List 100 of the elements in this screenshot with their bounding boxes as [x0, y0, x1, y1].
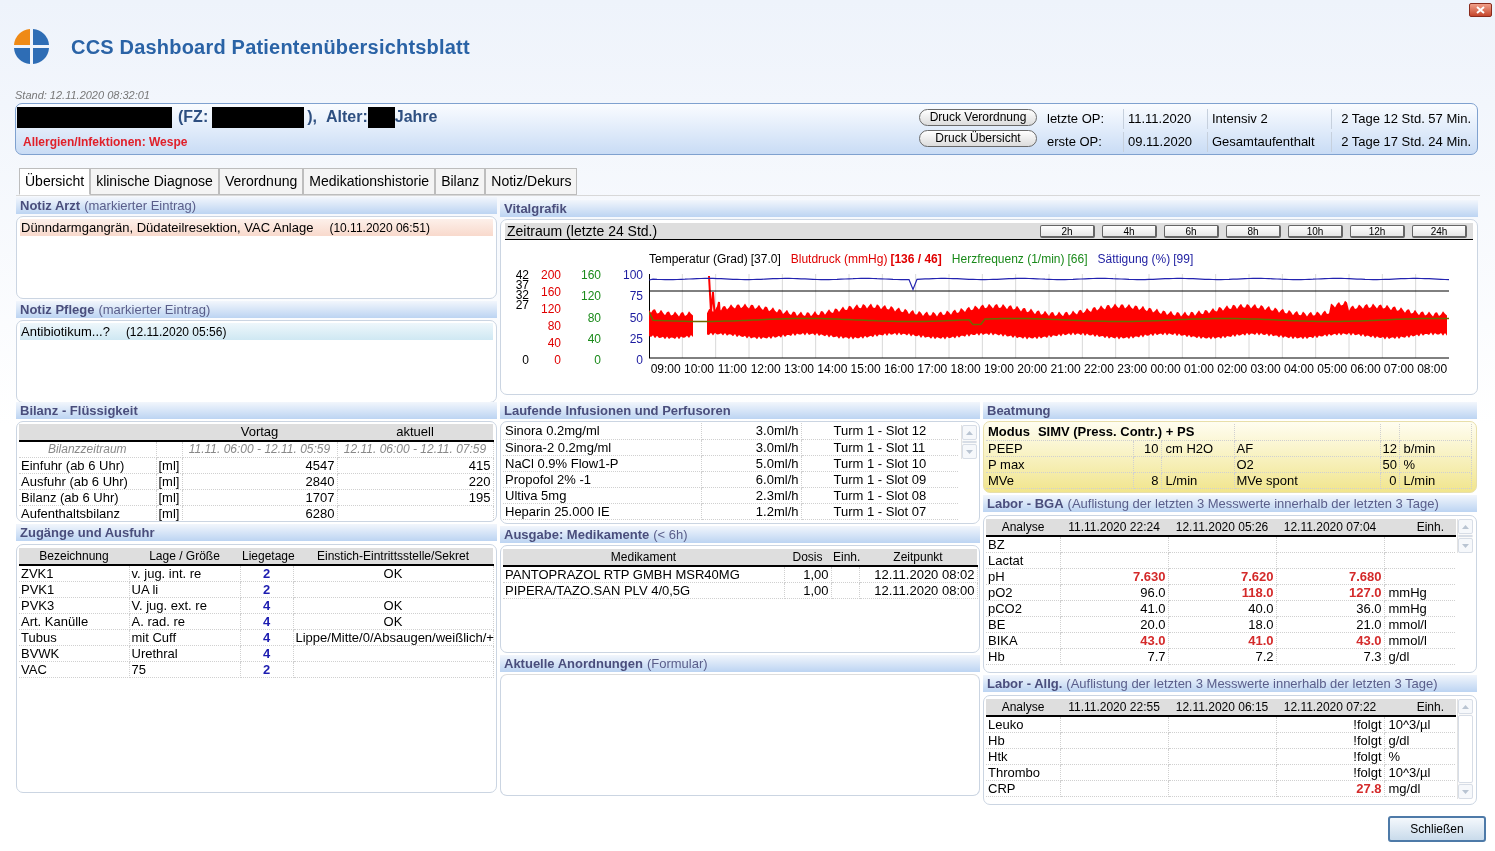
table-cell: Hb: [986, 648, 1060, 665]
table-cell: VAC: [19, 661, 129, 678]
column-header: Medikament: [503, 549, 784, 566]
column-header: aktuell: [337, 424, 493, 441]
table-cell: 4: [240, 613, 293, 630]
table-cell: CRP: [986, 780, 1060, 797]
axis-tick-label: 80: [586, 312, 601, 323]
scroll-down-icon[interactable]: [1458, 538, 1473, 553]
tab[interactable]: Bilanz: [435, 168, 486, 195]
section-subtitle: (Auflistung der letzten 3 Messwerte innerhalb der letzten 3 Tage): [1066, 675, 1438, 692]
note-text: Dünndarmgangrän, Düdateilresektion, VAC Anlage: [20, 218, 314, 237]
table-cell: L/min: [1399, 472, 1471, 488]
axis-tick-label: 120: [579, 291, 601, 302]
print-button[interactable]: Druck Übersicht: [919, 130, 1037, 147]
tab[interactable]: Medikationshistorie: [303, 168, 436, 195]
table-cell: mmol/l: [1384, 632, 1456, 649]
table-cell: Sinora 0.2mg/ml: [503, 423, 701, 439]
column-header: 12.11.2020 07:04: [1276, 519, 1384, 536]
section-subtitle: (Formular): [646, 655, 708, 672]
axis-tick-label: 18:00: [950, 361, 981, 378]
axis-tick-label: 04:00: [1283, 361, 1314, 378]
duration: 2 Tage 12 Std. 57 Min.: [1331, 108, 1477, 129]
table-cell: Hb: [986, 732, 1060, 749]
scroll-down-icon[interactable]: [962, 444, 977, 459]
table-cell: 10: [1133, 440, 1161, 456]
range-button[interactable]: 12h: [1350, 224, 1405, 238]
close-button[interactable]: Schließen: [1388, 816, 1486, 842]
axis-tick-label: 27: [514, 300, 529, 310]
scrollbar[interactable]: [961, 425, 977, 459]
legend-label: Sättigung (%): [1097, 251, 1171, 268]
tab[interactable]: klinische Diagnose: [90, 168, 219, 195]
scrollbar[interactable]: [1457, 699, 1473, 799]
redaction-bar: [367, 106, 395, 128]
section-title: Ausgabe: Medikamente: [504, 526, 650, 543]
tab[interactable]: Notiz/Dekurs: [485, 168, 578, 195]
scroll-up-icon[interactable]: [1458, 699, 1473, 714]
table-cell: PIPERA/TAZO.SAN PLV 4/0,5G: [503, 582, 784, 599]
section-title: Zugänge und Ausfuhr: [20, 524, 155, 541]
axis-tick-label: 00:00: [1150, 361, 1181, 378]
table-cell: Urethral: [129, 645, 240, 662]
table-cell: UA li: [129, 581, 240, 598]
table-cell: Lactat: [986, 552, 1060, 569]
table-cell: Tubus: [19, 629, 129, 646]
range-button[interactable]: 4h: [1102, 224, 1157, 238]
tab[interactable]: Übersicht: [19, 168, 91, 195]
axis-tick-label: 0: [553, 355, 561, 365]
table-cell: 4: [240, 629, 293, 646]
axis-tick-label: 01:00: [1183, 361, 1214, 378]
table-cell: Propofol 2% -1: [503, 471, 701, 487]
scrollbar-thumb[interactable]: [1458, 535, 1473, 537]
axis-tick-label: 09:00: [650, 361, 681, 378]
range-button[interactable]: 2h: [1040, 224, 1095, 238]
table-cell: 0: [1380, 472, 1399, 488]
table-cell: 7.620: [1168, 568, 1276, 585]
table-cell: 1,00: [784, 566, 831, 583]
range-button[interactable]: 8h: [1226, 224, 1281, 238]
scroll-up-icon[interactable]: [1458, 519, 1473, 534]
op-date: 09.11.2020: [1123, 131, 1207, 152]
table-cell: BE: [986, 616, 1060, 633]
axis-tick-label: 16:00: [883, 361, 914, 378]
table-cell: [ml]: [156, 505, 182, 521]
table-cell: 50: [1380, 456, 1399, 472]
range-button[interactable]: 24h: [1412, 224, 1467, 238]
table-cell: P max: [986, 456, 1133, 472]
column-header: 11.11.2020 22:55: [1060, 699, 1168, 716]
scrollbar[interactable]: [1457, 519, 1473, 553]
table-cell: 12.11.2020 08:00: [859, 582, 977, 599]
table-cell: v. jug. int. re: [129, 565, 240, 582]
range-button[interactable]: 6h: [1164, 224, 1219, 238]
section-title: Aktuelle Anordnungen: [504, 655, 643, 672]
scroll-down-icon[interactable]: [1458, 784, 1473, 799]
close-icon[interactable]: [1469, 3, 1492, 17]
table-cell: Turm 1 - Slot 07: [801, 503, 959, 519]
stay-label: Intensiv 2: [1207, 108, 1331, 129]
table-cell: 10^3/µl: [1384, 764, 1456, 781]
table-cell: 2: [240, 661, 293, 678]
section-subtitle: (markierter Eintrag): [98, 301, 211, 318]
table-cell: 1707: [182, 489, 337, 506]
scroll-up-icon[interactable]: [962, 425, 977, 440]
axis-tick-label: 40: [586, 333, 601, 344]
axis-tick-label: 05:00: [1317, 361, 1348, 378]
axis-tick-label: 120: [539, 304, 561, 314]
axis-tick-label: 42: [514, 270, 529, 280]
scrollbar-thumb[interactable]: [1458, 715, 1473, 783]
note-text: Antibiotikum...?: [20, 322, 110, 341]
column-header: 11.11.2020 22:24: [1060, 519, 1168, 536]
table-cell: 4: [240, 645, 293, 662]
table-cell: 7.3: [1276, 648, 1384, 665]
table-cell: 12.11. 06:00 - 12.11. 07:59: [337, 441, 493, 458]
print-button[interactable]: Druck Verordnung: [919, 109, 1037, 126]
scrollbar-thumb[interactable]: [962, 441, 977, 443]
table-cell: %: [1384, 748, 1456, 765]
op-label: erste OP:: [1046, 132, 1103, 151]
axis-tick-label: 40: [546, 338, 561, 348]
range-button[interactable]: 10h: [1288, 224, 1343, 238]
axis-tick-label: 75: [628, 291, 643, 302]
table-cell: BIKA: [986, 632, 1060, 649]
column-header: Liegetage: [240, 548, 293, 565]
tab[interactable]: Verordnung: [218, 168, 304, 195]
table-cell: 220: [337, 473, 493, 490]
